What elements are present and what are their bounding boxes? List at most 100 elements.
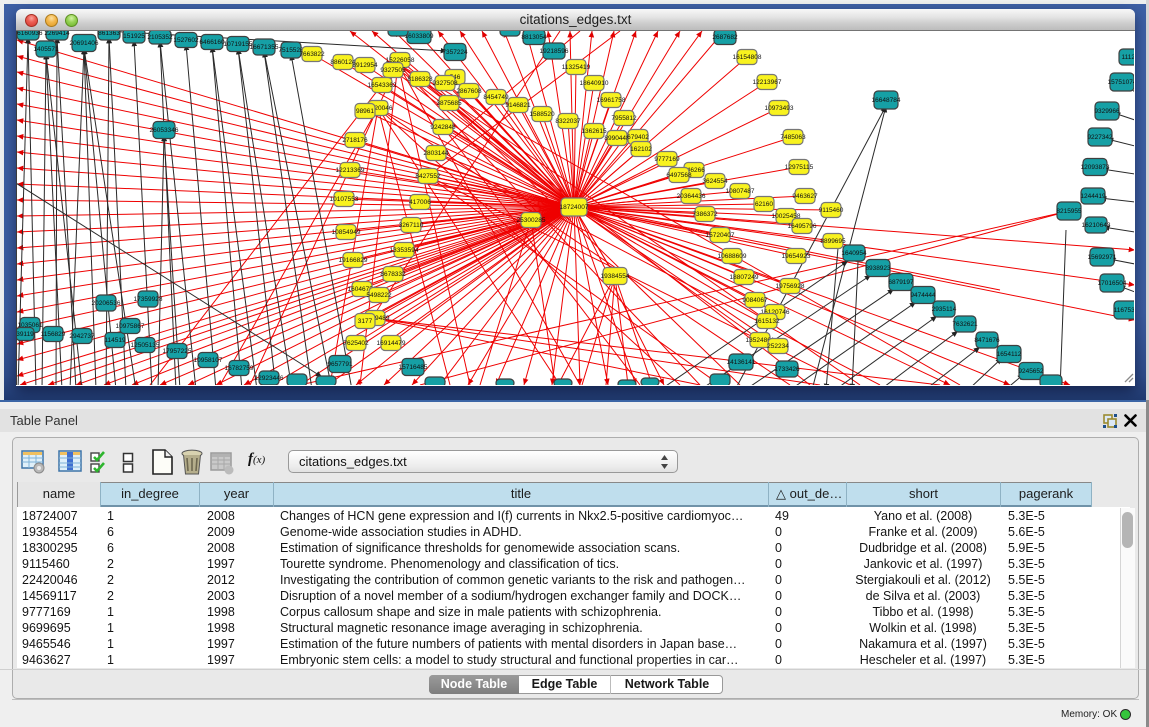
svg-text:7663822: 7663822 — [299, 51, 325, 58]
svg-text:1405571: 1405571 — [33, 46, 59, 53]
svg-text:17359928: 17359928 — [134, 296, 163, 303]
svg-text:12213967: 12213967 — [753, 79, 782, 86]
svg-text:98961: 98961 — [356, 108, 374, 115]
svg-text:62160: 62160 — [755, 201, 773, 208]
svg-text:9242848: 9242848 — [430, 124, 456, 131]
svg-text:1640954: 1640954 — [841, 250, 867, 257]
svg-text:6497568: 6497568 — [666, 172, 692, 179]
svg-text:13353594: 13353594 — [390, 247, 419, 254]
svg-text:20206536: 20206536 — [92, 300, 121, 307]
svg-text:12093873: 12093873 — [1081, 164, 1110, 171]
svg-text:8899695: 8899695 — [820, 238, 846, 245]
svg-text:12975115: 12975115 — [785, 164, 814, 171]
svg-text:861363: 861363 — [98, 31, 120, 37]
svg-text:114519: 114519 — [104, 337, 126, 344]
svg-text:8454749: 8454749 — [483, 94, 509, 101]
svg-text:6879197: 6879197 — [888, 279, 914, 286]
svg-text:8322037: 8322037 — [555, 118, 581, 125]
svg-text:17016504: 17016504 — [1098, 280, 1127, 287]
svg-text:8215955: 8215955 — [1056, 208, 1082, 215]
svg-text:16961758: 16961758 — [597, 97, 626, 104]
svg-text:7955812: 7955812 — [611, 115, 637, 122]
svg-text:19166829: 19166829 — [339, 257, 368, 264]
svg-text:11123: 11123 — [1121, 54, 1134, 61]
svg-text:10107553: 10107553 — [330, 196, 359, 203]
svg-text:7485063: 7485063 — [780, 134, 806, 141]
svg-text:1733426: 1733426 — [774, 366, 800, 373]
svg-text:10854949: 10854949 — [332, 229, 361, 236]
svg-text:15716485: 15716485 — [399, 364, 428, 371]
svg-text:7357224: 7357224 — [442, 49, 468, 56]
svg-text:1588520: 1588520 — [529, 111, 555, 118]
svg-text:16160936: 16160936 — [17, 31, 43, 37]
svg-text:1527602: 1527602 — [173, 37, 199, 44]
svg-text:7386372: 7386372 — [692, 211, 718, 218]
svg-text:9115460: 9115460 — [819, 207, 844, 214]
svg-text:9227342: 9227342 — [1087, 134, 1113, 141]
svg-text:679402: 679402 — [627, 134, 649, 141]
svg-text:18640910: 18640910 — [580, 80, 609, 87]
svg-text:16914479: 16914479 — [377, 340, 406, 347]
svg-text:18724007: 18724007 — [560, 204, 589, 211]
svg-text:5498222: 5498222 — [366, 292, 392, 299]
svg-text:8813054: 8813054 — [521, 34, 547, 41]
svg-text:2269414: 2269414 — [44, 31, 70, 37]
svg-text:9327505: 9327505 — [380, 67, 406, 74]
svg-text:19756928: 19756928 — [776, 283, 805, 290]
svg-text:417006: 417006 — [409, 199, 431, 206]
svg-text:1615132: 1615132 — [754, 318, 780, 325]
svg-text:9657791: 9657791 — [327, 361, 353, 368]
svg-text:8678332: 8678332 — [380, 271, 406, 278]
svg-text:12923446: 12923446 — [255, 375, 284, 382]
svg-text:3267110: 3267110 — [399, 222, 424, 229]
svg-text:10973493: 10973493 — [765, 105, 794, 112]
svg-text:15751074: 15751074 — [1108, 79, 1134, 86]
svg-text:10975867: 10975867 — [116, 323, 145, 330]
svg-text:25300285: 25300285 — [517, 217, 546, 224]
svg-text:3624554: 3624554 — [702, 178, 728, 185]
svg-text:16782759: 16782759 — [225, 365, 254, 372]
svg-text:20364436: 20364436 — [677, 193, 706, 200]
svg-text:14136141: 14136141 — [727, 359, 756, 366]
svg-text:15692971: 15692971 — [1088, 254, 1117, 261]
svg-text:9474444: 9474444 — [910, 292, 936, 299]
svg-text:11325419: 11325419 — [562, 64, 591, 71]
svg-text:2867608: 2867608 — [456, 88, 482, 95]
svg-text:2942737: 2942737 — [69, 333, 95, 340]
svg-text:20691406: 20691406 — [70, 40, 99, 47]
svg-text:16495796: 16495796 — [788, 223, 817, 230]
svg-text:16671355: 16671355 — [250, 44, 279, 51]
svg-text:8427552: 8427552 — [415, 173, 441, 180]
svg-text:9084067: 9084067 — [742, 297, 768, 304]
svg-text:10807487: 10807487 — [726, 188, 755, 195]
svg-text:39119: 39119 — [17, 331, 34, 338]
svg-text:1167533: 1167533 — [1114, 307, 1134, 314]
svg-text:2105352: 2105352 — [147, 34, 173, 41]
svg-text:7632621: 7632621 — [952, 321, 978, 328]
svg-text:15720407: 15720407 — [706, 232, 735, 239]
svg-text:18807249: 18807249 — [730, 274, 759, 281]
svg-text:10958107: 10958107 — [194, 357, 223, 364]
svg-text:9329966: 9329966 — [1094, 108, 1120, 115]
svg-text:1156829: 1156829 — [41, 331, 66, 338]
svg-text:8938923: 8938923 — [865, 265, 891, 272]
svg-text:16648784: 16648784 — [872, 97, 901, 104]
svg-text:9463627: 9463627 — [792, 193, 818, 200]
svg-text:19654923: 19654923 — [782, 253, 811, 260]
svg-text:151925: 151925 — [123, 33, 145, 40]
svg-text:9146821: 9146821 — [505, 102, 531, 109]
svg-text:6466160: 6466160 — [199, 39, 225, 46]
svg-text:12213369: 12213369 — [336, 167, 365, 174]
svg-text:7625402: 7625402 — [343, 340, 369, 347]
svg-text:3875685: 3875685 — [436, 100, 462, 107]
svg-text:16210643: 16210643 — [1082, 222, 1111, 229]
svg-text:19384554: 19384554 — [601, 273, 630, 280]
svg-text:2803144: 2803144 — [423, 150, 449, 157]
svg-text:3177: 3177 — [358, 318, 373, 325]
svg-text:26053346: 26053346 — [150, 127, 179, 134]
svg-text:162102: 162102 — [630, 146, 652, 153]
svg-text:12505135: 12505135 — [131, 342, 160, 349]
svg-text:17957225: 17957225 — [163, 348, 192, 355]
svg-text:8186328: 8186328 — [407, 76, 433, 83]
svg-text:8912954: 8912954 — [352, 62, 378, 69]
